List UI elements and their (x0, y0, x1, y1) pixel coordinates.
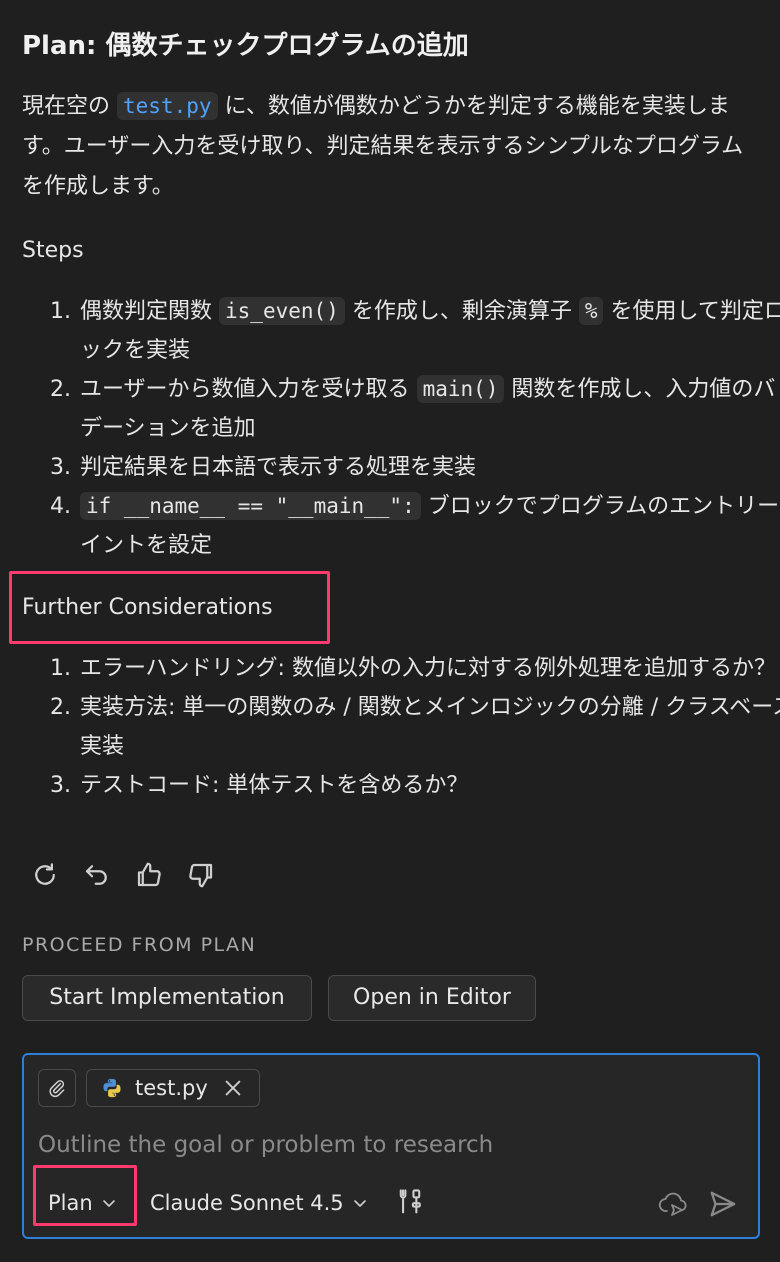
cloud-send-icon[interactable] (658, 1189, 690, 1219)
consideration-item: テストコード: 単体テストを含めるか？ (78, 766, 780, 805)
prompt-input[interactable]: Outline the goal or problem to research (38, 1129, 493, 1161)
model-select[interactable]: Claude Sonnet 4.5 (150, 1187, 368, 1219)
plan-title: Plan: 偶数チェックプログラムの追加 (22, 31, 469, 61)
refresh-icon[interactable] (30, 860, 60, 890)
start-implementation-button[interactable]: Start Implementation (22, 975, 312, 1021)
response-actions (30, 860, 216, 890)
thumbs-up-icon[interactable] (134, 860, 164, 890)
considerations-heading: Further Considerations (22, 595, 273, 620)
proceed-label: PROCEED FROM PLAN (22, 934, 257, 956)
step-code: % (578, 297, 604, 325)
intro-file-reference[interactable]: test.py (117, 92, 218, 120)
attach-button[interactable] (38, 1069, 76, 1107)
mode-highlight (33, 1165, 137, 1226)
step-item: ユーザーから数値入力を受け取る main() 関数を作成し、入力値のバリデーショ… (78, 370, 780, 448)
file-chip[interactable]: test.py (86, 1069, 260, 1107)
step-code: if __name__ == "__main__": (80, 492, 421, 520)
steps-heading: Steps (22, 238, 84, 263)
open-in-editor-button[interactable]: Open in Editor (328, 975, 536, 1021)
paperclip-icon (49, 1080, 65, 1098)
considerations-list: エラーハンドリング: 数値以外の入力に対する例外処理を追加するか？ 実装方法: … (22, 649, 780, 805)
step-text: 偶数判定関数 (80, 299, 213, 324)
step-text: ユーザーから数値入力を受け取る (80, 377, 410, 402)
step-text: を作成し、剰余演算子 (351, 299, 572, 324)
send-icon[interactable] (708, 1189, 738, 1219)
undo-icon[interactable] (82, 860, 112, 890)
thumbs-down-icon[interactable] (186, 860, 216, 890)
close-icon[interactable] (222, 1077, 244, 1099)
steps-list: 偶数判定関数 is_even() を作成し、剰余演算子 % を使用して判定ロジッ… (22, 292, 780, 565)
step-code: is_even() (219, 297, 345, 325)
step-item: if __name__ == "__main__": ブロックでプログラムのエン… (78, 487, 780, 565)
chevron-down-icon (353, 1200, 366, 1207)
python-icon (103, 1078, 121, 1098)
file-chip-label: test.py (135, 1076, 208, 1100)
model-label: Claude Sonnet 4.5 (150, 1191, 344, 1215)
step-item: 判定結果を日本語で表示する処理を実装 (78, 448, 780, 487)
plan-intro: 現在空の test.py に、数値が偶数かどうかを判定する機能を実装します。ユー… (22, 86, 762, 207)
step-text: 判定結果を日本語で表示する処理を実装 (80, 455, 477, 480)
tools-icon[interactable] (396, 1187, 424, 1217)
step-item: 偶数判定関数 is_even() を作成し、剰余演算子 % を使用して判定ロジッ… (78, 292, 780, 370)
consideration-item: エラーハンドリング: 数値以外の入力に対する例外処理を追加するか？ (78, 649, 780, 688)
step-code: main() (416, 375, 505, 403)
intro-text-before: 現在空の (22, 94, 111, 119)
consideration-item: 実装方法: 単一の関数のみ / 関数とメインロジックの分離 / クラスベースの実… (78, 688, 780, 766)
